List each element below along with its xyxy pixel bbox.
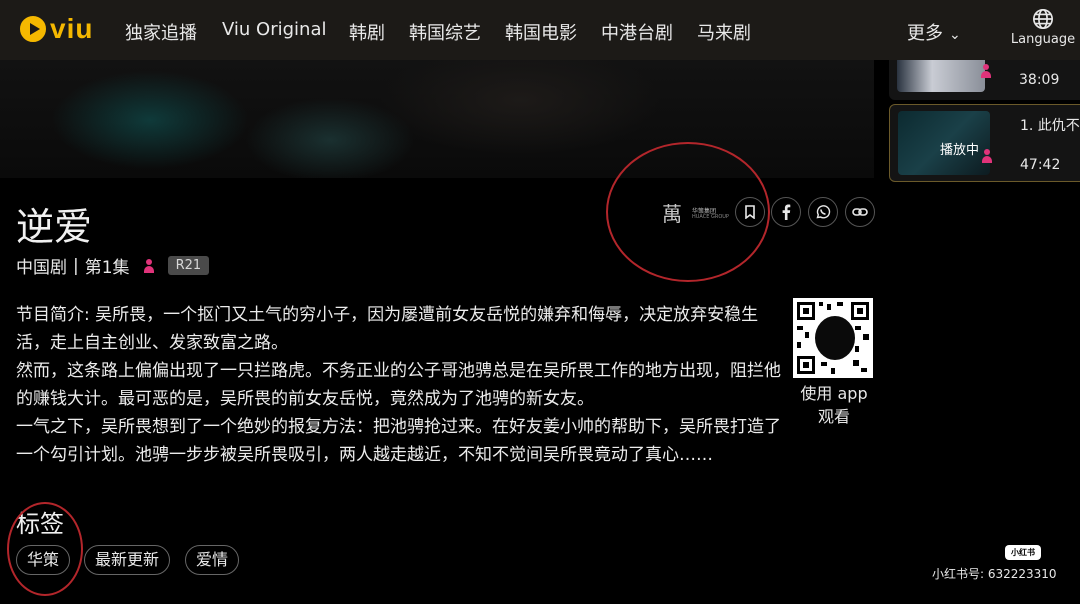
nav-item-korean-movie[interactable]: 韩国电影 [505,19,577,45]
show-category: 中国剧 [16,258,67,278]
nav-item-korean-drama[interactable]: 韩剧 [349,19,385,45]
whatsapp-icon [816,205,831,219]
nav-item-viu-original[interactable]: Viu Original [222,19,326,40]
tag-chip[interactable]: 爱情 [185,545,240,575]
nav-item-korean-variety[interactable]: 韩国综艺 [409,19,481,45]
age-restricted-icon [143,258,154,273]
qr-code-icon [797,302,869,374]
app-label-line: 使用 app [800,384,868,403]
link-icon [852,208,868,216]
nav-more-menu[interactable]: 更多 ⌄ [907,19,961,45]
episode-card-previous[interactable]: 38:09 [889,60,1080,100]
nav-more-label: 更多 [907,23,943,44]
episode-card-current[interactable]: 播放中 1. 此仇不 47:42 [889,104,1080,182]
app-watch-label: 使用 app 观看 [790,382,878,428]
watermark-badge: 小红书 [1005,545,1041,560]
watermark-text: 小红书号: 632223310 [932,567,1057,581]
whatsapp-share-button[interactable] [808,197,838,227]
nav-item-exclusive[interactable]: 独家追播 [125,19,197,45]
show-title: 逆爱 [16,205,93,249]
copy-link-button[interactable] [845,197,875,227]
show-meta: 中国剧 | 第1集 R21 [16,253,210,278]
rating-badge: R21 [167,256,210,275]
logo-text: viu [50,13,94,44]
app-qr-code [793,298,873,378]
language-selector[interactable]: Language [1006,8,1080,47]
age-restricted-icon [982,149,992,163]
episode-thumbnail: 播放中 [898,111,990,175]
age-restricted-icon [981,64,991,78]
now-playing-label: 播放中 [940,143,980,158]
facebook-share-button[interactable] [771,197,801,227]
show-description: 节目简介: 吴所畏，一个抠门又土气的穷小子，因为屡遭前女友岳悦的嫌弃和侮辱，决定… [16,301,786,469]
tag-chip[interactable]: 最新更新 [84,545,171,575]
chevron-down-icon: ⌄ [949,27,961,43]
facebook-icon [782,204,791,220]
play-logo-icon [20,16,46,42]
episode-thumbnail [897,60,985,92]
description-paragraph: 然而，这条路上偏偏出现了一只拦路虎。不务正业的公子哥池骋总是在吴所畏工作的地方出… [16,361,781,409]
language-label: Language [1010,32,1076,47]
episode-title: 1. 此仇不 [1020,118,1080,134]
episode-number: 第1集 [84,258,130,278]
globe-icon [1033,9,1053,29]
nav-item-malay-drama[interactable]: 马来剧 [697,19,751,45]
nav-item-chinese-drama[interactable]: 中港台剧 [601,19,673,45]
app-label-line: 观看 [817,407,850,426]
description-paragraph: 一气之下，吴所畏想到了一个绝妙的报复方法：把池骋抢过来。在好友姜小帅的帮助下，吴… [16,417,781,465]
description-paragraph: 节目简介: 吴所畏，一个抠门又土气的穷小子，因为屡遭前女友岳悦的嫌弃和侮辱，决定… [16,305,759,353]
top-nav: viu 独家追播 Viu Original 韩剧 韩国综艺 韩国电影 中港台剧 … [0,0,1080,60]
meta-separator: | [73,255,79,276]
annotation-circle [7,502,83,596]
annotation-circle [606,142,770,282]
viu-logo[interactable]: viu [20,14,93,44]
episode-duration: 38:09 [1019,72,1060,88]
episode-duration: 47:42 [1020,157,1061,173]
